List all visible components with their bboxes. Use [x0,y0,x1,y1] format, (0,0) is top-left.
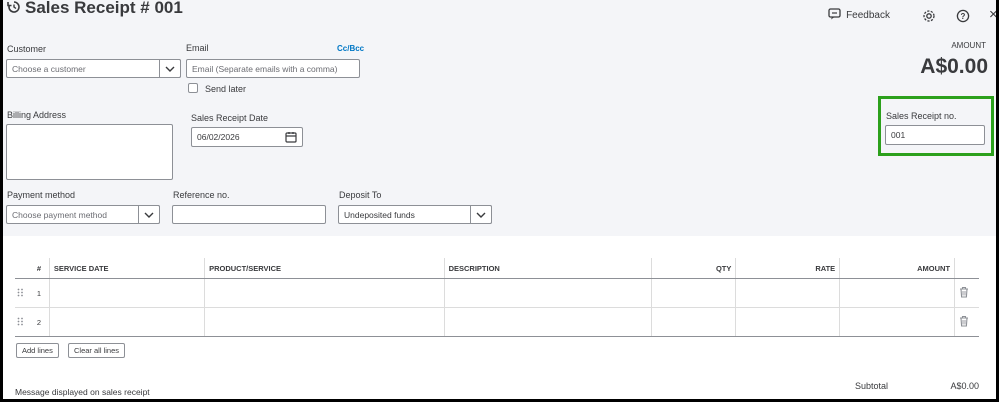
deposit-to-select[interactable]: Undeposited funds [338,205,492,224]
sales-receipt-form: Sales Receipt # 001 Feedback ? × Custome… [0,0,999,402]
title-text: Sales Receipt # 001 [25,0,183,17]
reference-no-input[interactable] [172,205,326,224]
receipt-no-value: 001 [891,130,906,140]
email-field[interactable]: Email (Separate emails with a comma) [186,59,360,78]
deposit-to-value: Undeposited funds [344,209,415,220]
page-title: Sales Receipt # 001 [7,0,183,19]
amount-value: A$0.00 [920,55,988,78]
table-row[interactable]: 2 [15,307,979,337]
subtotal-label: Subtotal [855,381,889,391]
billing-address-label: Billing Address [7,110,67,120]
column-header-qty: QTY [651,258,737,279]
drag-handle-icon[interactable] [15,307,33,337]
receipt-date-label: Sales Receipt Date [191,113,269,123]
gear-icon[interactable] [921,8,937,24]
history-icon[interactable] [7,0,21,19]
reference-no-label: Reference no. [173,190,230,200]
grip-column-header [15,258,33,279]
column-header-rate: RATE [735,258,841,279]
send-later-label: Send later [205,84,247,94]
customer-select[interactable]: Choose a customer [6,59,181,78]
line-items-table: # SERVICE DATE PRODUCT/SERVICE DESCRIPTI… [15,258,979,337]
calendar-icon[interactable] [285,131,297,145]
payment-method-select[interactable]: Choose payment method [6,205,160,224]
amount-label: AMOUNT [951,41,986,50]
row-index: 1 [32,278,50,308]
payment-method-label: Payment method [7,190,76,200]
description-cell[interactable] [444,278,653,308]
svg-text:?: ? [961,12,966,21]
billing-address-input[interactable] [6,124,173,180]
column-header-amount: AMOUNT [839,258,956,279]
subtotal-value: A$0.00 [950,381,979,391]
receipt-date-value: 06/02/2026 [197,132,240,142]
column-header-index: # [32,258,50,279]
row-index: 2 [32,307,50,337]
chevron-down-icon[interactable] [470,205,492,224]
deposit-to-label: Deposit To [339,190,382,200]
feedback-label: Feedback [846,10,890,21]
email-field-placeholder: Email (Separate emails with a comma) [192,63,338,74]
cc-bcc-link[interactable]: Cc/Bcc [337,44,364,53]
table-row[interactable]: 1 [15,278,979,308]
help-icon[interactable]: ? [955,8,971,24]
column-header-description: DESCRIPTION [444,258,653,279]
customer-label: Customer [7,44,47,54]
column-header-service-date: SERVICE DATE [49,258,206,279]
description-cell[interactable] [444,307,653,337]
close-icon[interactable]: × [989,6,996,23]
rate-cell[interactable] [735,278,841,308]
trash-icon[interactable] [954,307,979,337]
column-header-product-service: PRODUCT/SERVICE [204,258,445,279]
product-service-cell[interactable] [204,307,445,337]
actions-column-header [954,258,979,279]
receipt-no-input[interactable]: 001 [885,125,985,145]
chevron-down-icon[interactable] [138,205,160,224]
service-date-cell[interactable] [49,307,206,337]
amount-cell[interactable] [839,307,956,337]
feedback-icon [828,8,841,23]
clear-all-lines-button[interactable]: Clear all lines [68,343,126,358]
table-header-row: # SERVICE DATE PRODUCT/SERVICE DESCRIPTI… [15,258,979,279]
qty-cell[interactable] [651,278,737,308]
receipt-no-label: Sales Receipt no. [886,111,957,121]
email-label: Email [186,43,209,53]
chevron-down-icon[interactable] [159,59,181,78]
feedback-button[interactable]: Feedback [828,8,890,23]
amount-cell[interactable] [839,278,956,308]
service-date-cell[interactable] [49,278,206,308]
form-header-panel [3,0,996,236]
receipt-date-input[interactable]: 06/02/2026 [191,127,303,147]
send-later-checkbox[interactable] [188,83,198,93]
payment-method-value: Choose payment method [12,209,107,220]
message-label: Message displayed on sales receipt [15,387,150,397]
customer-select-value: Choose a customer [12,63,86,74]
trash-icon[interactable] [954,278,979,308]
add-lines-button[interactable]: Add lines [16,343,59,358]
rate-cell[interactable] [735,307,841,337]
drag-handle-icon[interactable] [15,278,33,308]
product-service-cell[interactable] [204,278,445,308]
qty-cell[interactable] [651,307,737,337]
